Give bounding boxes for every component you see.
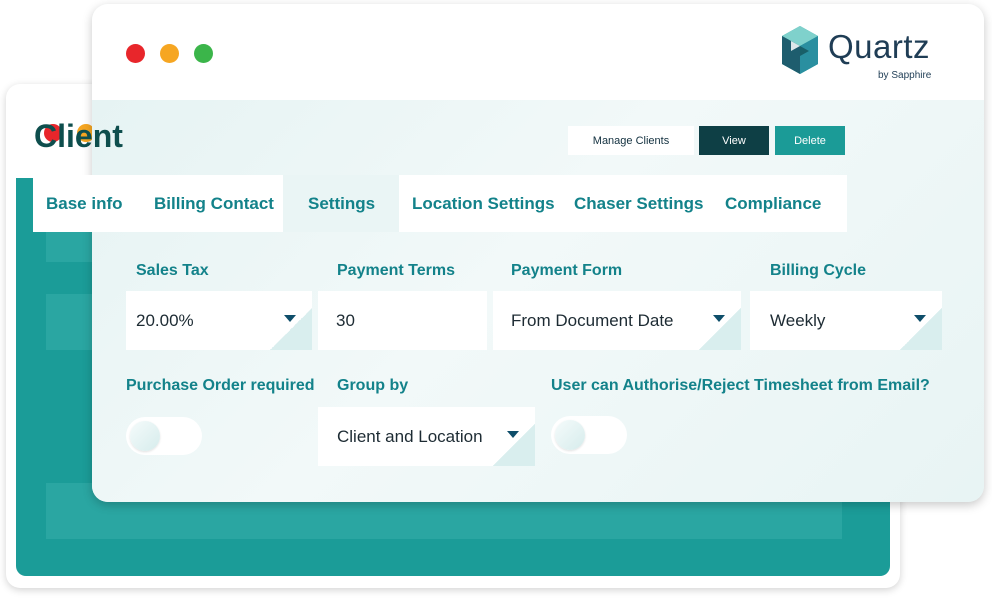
chevron-down-icon[interactable] [914,315,926,322]
tab-chaser-settings[interactable]: Chaser Settings [574,175,703,232]
billing-cycle-label: Billing Cycle [770,262,867,279]
page-title: Client [34,118,123,154]
tab-location-settings[interactable]: Location Settings [412,175,555,232]
payment-form-value: From Document Date [511,310,674,330]
chevron-down-icon[interactable] [507,431,519,438]
chevron-down-icon[interactable] [284,315,296,322]
main-window: Quartz by Sapphire [92,4,984,502]
brand-name: Quartz [828,28,931,65]
delete-button[interactable]: Delete [775,126,845,155]
tab-settings[interactable]: Settings [308,175,375,232]
toggle-knob [130,421,160,451]
group-by-label: Group by [337,377,409,394]
manage-clients-button[interactable]: Manage Clients [568,126,694,155]
payment-form-label: Payment Form [511,262,623,279]
payment-terms-input[interactable]: 30 [318,291,487,350]
tab-billing-contact[interactable]: Billing Contact [154,175,274,232]
group-by-select[interactable]: Client and Location [318,407,535,466]
quartz-logo: Quartz by Sapphire [780,24,960,88]
billing-cycle-select[interactable]: Weekly [750,291,942,350]
minimize-button[interactable] [160,44,179,63]
maximize-button[interactable] [194,44,213,63]
hexagon-cube-icon [782,26,818,74]
brand-subtitle: by Sapphire [878,70,932,81]
timesheet-email-toggle[interactable] [551,416,627,454]
view-button[interactable]: View [699,126,769,155]
payment-terms-value: 30 [336,310,355,330]
payment-terms-label: Payment Terms [337,262,455,279]
sales-tax-label: Sales Tax [136,262,209,279]
purchase-order-label: Purchase Order required [126,377,315,394]
tab-compliance[interactable]: Compliance [725,175,821,232]
billing-cycle-value: Weekly [770,310,826,330]
close-button[interactable] [126,44,145,63]
sales-tax-select[interactable]: 20.00% [126,291,312,350]
payment-form-select[interactable]: From Document Date [493,291,741,350]
timesheet-email-label: User can Authorise/Reject Timesheet from… [551,377,930,394]
sales-tax-value: 20.00% [136,310,194,330]
group-by-value: Client and Location [337,426,483,446]
background-band [46,294,96,350]
tab-base-info[interactable]: Base info [46,175,123,232]
purchase-order-toggle[interactable] [126,417,202,455]
toggle-knob [555,420,585,450]
title-bar: Quartz by Sapphire [92,4,984,100]
chevron-down-icon[interactable] [713,315,725,322]
